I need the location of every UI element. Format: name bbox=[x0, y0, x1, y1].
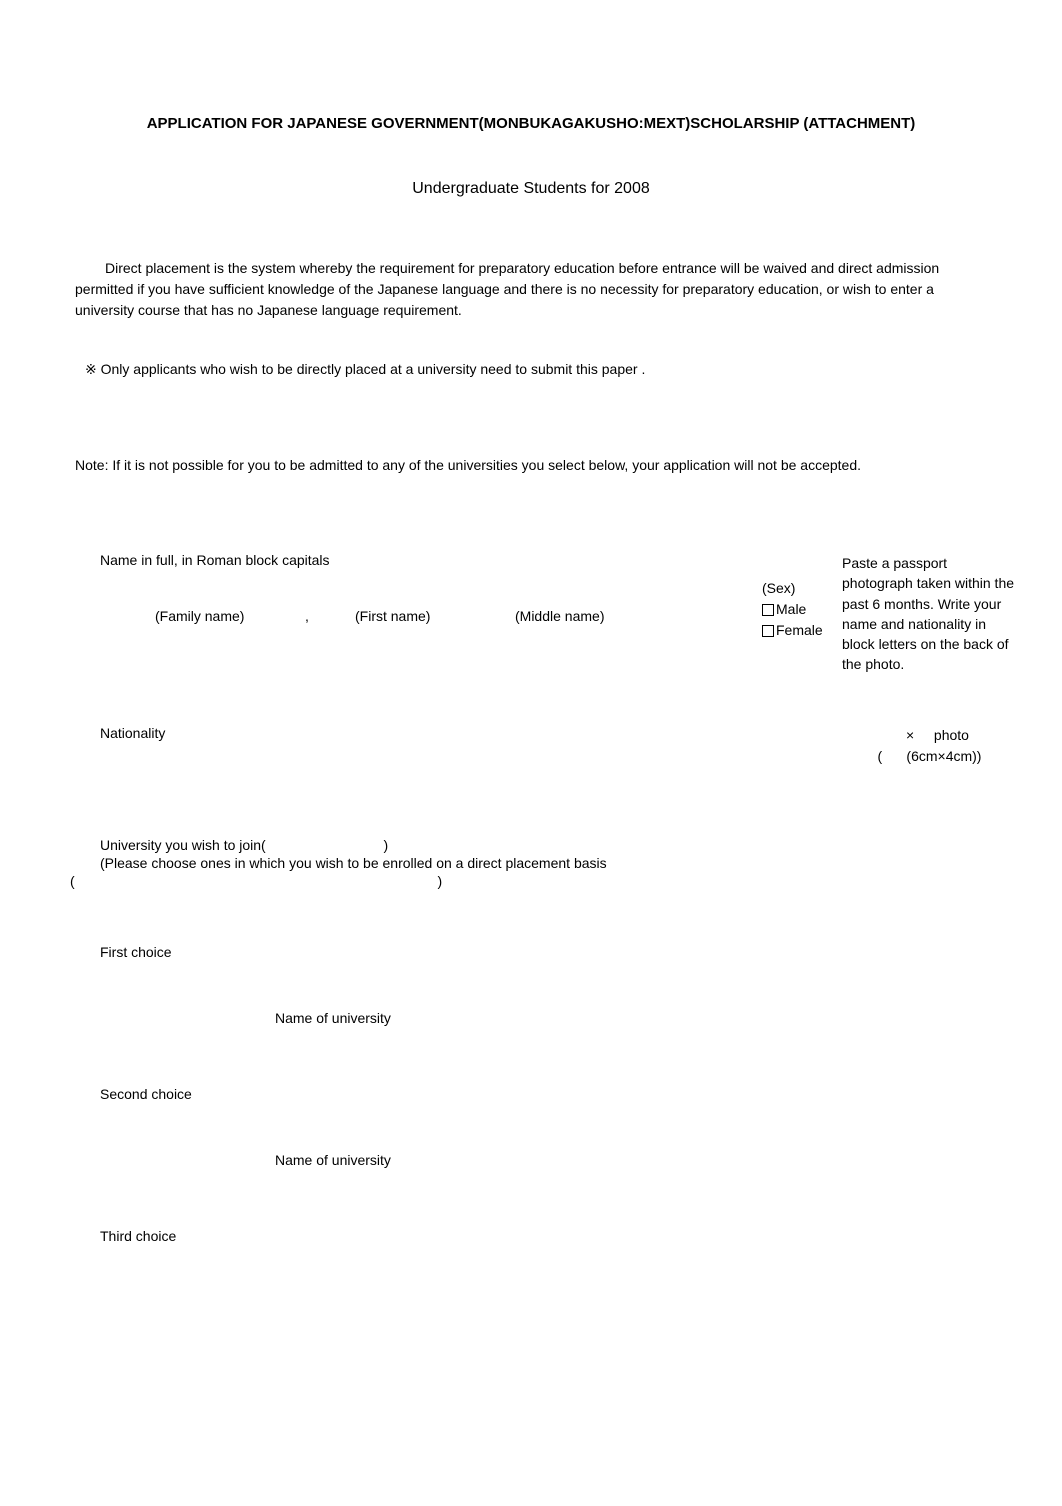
photo-dims: × photo ( (6cm×4cm)) bbox=[842, 725, 1017, 767]
document-subtitle: Undergraduate Students for 2008 bbox=[45, 180, 1017, 198]
checkbox-male[interactable] bbox=[762, 604, 774, 616]
name-fields: (Family name) , (First name) (Middle nam… bbox=[100, 608, 762, 624]
photo-paren: ( bbox=[878, 746, 903, 767]
university-label-close: ) bbox=[384, 837, 389, 853]
university-section: University you wish to join( ) (Please c… bbox=[100, 837, 1017, 889]
family-name-label: (Family name) bbox=[155, 608, 295, 624]
paren-open: ( bbox=[70, 873, 75, 889]
document-title: APPLICATION FOR JAPANESE GOVERNMENT(MONB… bbox=[45, 115, 1017, 132]
second-choice-uni-label: Name of university bbox=[275, 1152, 391, 1168]
sex-female-row[interactable]: Female bbox=[762, 620, 842, 641]
sex-label: (Sex) bbox=[762, 578, 842, 599]
sex-block: (Sex) Male Female bbox=[762, 578, 842, 641]
third-choice-label: Third choice bbox=[100, 1228, 176, 1244]
photo-instructions: Paste a passport photograph taken within… bbox=[842, 553, 1017, 675]
third-choice-block: Third choice bbox=[100, 1228, 1017, 1244]
first-choice-label: First choice bbox=[100, 944, 172, 960]
glyph bbox=[100, 608, 145, 624]
checkbox-female[interactable] bbox=[762, 625, 774, 637]
female-label: Female bbox=[776, 622, 823, 638]
subtitle-text: Undergraduate Students for 2008 bbox=[412, 180, 650, 197]
photo-word: photo bbox=[934, 727, 969, 743]
middle-name-label: (Middle name) bbox=[515, 608, 635, 624]
photo-cross: × bbox=[890, 725, 930, 746]
name-label-text: Name in full, in Roman block capitals bbox=[100, 552, 330, 568]
submit-note: ※ Only applicants who wish to be directl… bbox=[85, 361, 1017, 378]
male-label: Male bbox=[776, 601, 806, 617]
photo-block: Paste a passport photograph taken within… bbox=[842, 553, 1017, 675]
first-choice-uni-label: Name of university bbox=[275, 1010, 391, 1026]
nationality-label: Nationality bbox=[100, 725, 842, 741]
second-choice-block: Second choice Name of university bbox=[100, 1086, 1017, 1168]
description-block: Direct placement is the system whereby t… bbox=[45, 258, 1017, 321]
photo-dims-text: (6cm×4cm)) bbox=[906, 748, 981, 764]
second-choice-label: Second choice bbox=[100, 1086, 192, 1102]
paren-close: ) bbox=[437, 873, 442, 889]
sex-male-row[interactable]: Male bbox=[762, 599, 842, 620]
first-choice-block: First choice Name of university bbox=[100, 944, 1017, 1026]
first-name-label: (First name) bbox=[355, 608, 505, 624]
university-label: University you wish to join( bbox=[100, 837, 266, 853]
accept-note: Note: If it is not possible for you to b… bbox=[75, 457, 1017, 473]
comma: , bbox=[305, 608, 345, 624]
description-text: Direct placement is the system whereby t… bbox=[75, 258, 987, 321]
university-instruction: (Please choose ones in which you wish to… bbox=[100, 855, 1017, 871]
